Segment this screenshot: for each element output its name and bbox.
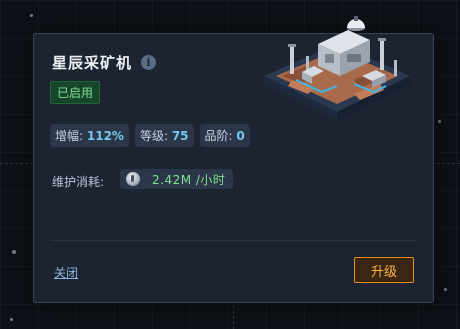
stats-row: 增幅: 112% 等级: 75 品阶: 0 — [50, 124, 250, 147]
star — [12, 250, 16, 254]
close-link[interactable]: 关闭 — [54, 264, 78, 281]
stat-level-label: 等级: — [139, 129, 168, 143]
info-icon[interactable]: i — [141, 55, 157, 70]
star — [438, 120, 441, 123]
upkeep-label: 维护消耗: — [52, 175, 105, 189]
star — [444, 288, 447, 291]
stat-boost-label: 增幅: — [55, 129, 84, 143]
building-title: 星辰采矿机 — [52, 54, 133, 72]
star — [30, 14, 33, 17]
stat-grade-label: 品阶: — [204, 129, 233, 143]
stat-grade: 品阶: 0 — [199, 124, 250, 147]
upgrade-button[interactable]: 升级 — [354, 257, 414, 283]
title-row: 星辰采矿机 i — [52, 52, 157, 73]
star — [10, 318, 13, 321]
upkeep-chip: 2.42M /小时 — [120, 169, 234, 189]
upkeep-value: 2.42M /小时 — [152, 172, 226, 187]
stat-boost-value: 112% — [86, 129, 124, 143]
crystal-icon — [126, 172, 140, 186]
stat-level-value: 75 — [171, 129, 189, 143]
divider — [50, 240, 417, 241]
stat-grade-value: 0 — [236, 129, 245, 143]
stat-level: 等级: 75 — [134, 124, 194, 147]
status-badge: 已启用 — [50, 81, 101, 104]
mining-building-illustration — [264, 16, 410, 120]
stat-boost: 增幅: 112% — [50, 124, 129, 147]
